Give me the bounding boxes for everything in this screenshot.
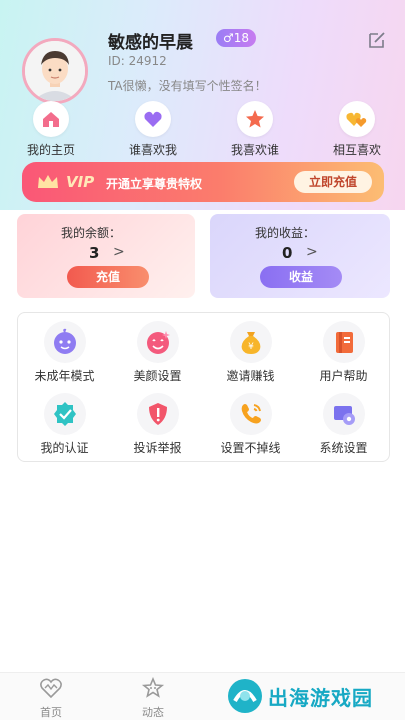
- gender-age-badge: ♂18: [216, 29, 257, 47]
- beauty-face-icon: [136, 321, 179, 363]
- vip-banner[interactable]: VIP 开通立享尊贵特权 立即充值: [22, 162, 384, 202]
- money-bag-icon: ¥: [229, 321, 272, 363]
- income-title: 我的收益：: [254, 226, 315, 240]
- vip-promo-text: 开通立享尊贵特权: [106, 177, 203, 191]
- avatar[interactable]: [22, 38, 88, 104]
- feature-report[interactable]: 投诉举报: [111, 393, 204, 456]
- watermark-logo: 出海游戏园: [226, 676, 396, 716]
- chevron-right-icon: >: [113, 244, 125, 260]
- child-face-icon: [43, 321, 86, 363]
- recharge-now-button[interactable]: 立即充值: [294, 171, 372, 193]
- user-id: ID: 24912: [108, 54, 167, 68]
- quick-action-label: 我的主页: [26, 143, 75, 157]
- quick-action-who-i-like[interactable]: 我喜欢谁: [215, 101, 295, 158]
- heart-icon: [135, 101, 171, 137]
- balance-value: 3: [89, 244, 100, 262]
- watermark-emblem-icon: [228, 679, 262, 713]
- crown-icon: [36, 173, 60, 195]
- feature-label: 系统设置: [319, 441, 368, 455]
- verified-badge-icon: [43, 393, 86, 435]
- feature-system-settings[interactable]: 系统设置: [297, 393, 390, 456]
- feature-label: 我的认证: [40, 441, 89, 455]
- quick-action-who-likes-me[interactable]: 谁喜欢我: [113, 101, 193, 158]
- quick-action-mutual-like[interactable]: 相互喜欢: [317, 101, 397, 158]
- nickname: 敏感的早晨: [108, 33, 193, 53]
- vip-label: VIP: [66, 173, 95, 191]
- avatar-portrait-icon: [25, 41, 85, 101]
- mutual-like-icon: [339, 101, 375, 137]
- signature: TA很懒，没有填写个性签名！: [108, 79, 267, 93]
- tab-moments-label: 动态: [142, 706, 164, 719]
- balance-card[interactable]: 我的余额： 3 > 充值: [17, 214, 195, 298]
- tab-home-label: 首页: [40, 706, 62, 719]
- phone-call-icon: [229, 393, 272, 435]
- home-icon: [33, 101, 69, 137]
- quick-action-label: 谁喜欢我: [128, 143, 177, 157]
- feature-minor-mode[interactable]: 未成年模式: [18, 321, 111, 384]
- edit-profile-icon[interactable]: [367, 30, 387, 50]
- system-settings-icon: [322, 393, 365, 435]
- feature-label: 未成年模式: [34, 369, 95, 383]
- star-icon: [237, 101, 273, 137]
- feature-my-verification[interactable]: 我的认证: [18, 393, 111, 456]
- feature-label: 美颜设置: [133, 369, 182, 383]
- feature-beauty-settings[interactable]: 美颜设置: [111, 321, 204, 384]
- feature-label: 设置不掉线: [220, 441, 281, 455]
- quick-action-my-homepage[interactable]: 我的主页: [11, 101, 91, 158]
- feature-user-help[interactable]: 用户帮助: [297, 321, 390, 384]
- income-card[interactable]: 我的收益： 0 > 收益: [210, 214, 390, 298]
- tab-moments[interactable]: 动态: [123, 676, 183, 720]
- feature-grid: 未成年模式 美颜设置 ¥ 邀请赚钱 用户帮助 我的认证 投诉举报 设置不掉线 系…: [17, 312, 390, 462]
- moments-star-icon: [141, 676, 165, 698]
- help-book-icon: [322, 321, 365, 363]
- tab-home[interactable]: 首页: [21, 677, 81, 720]
- feature-label: 邀请赚钱: [226, 369, 275, 383]
- income-value: 0: [282, 244, 293, 262]
- feature-stay-online[interactable]: 设置不掉线: [204, 393, 297, 456]
- quick-action-label: 我喜欢谁: [230, 143, 279, 157]
- chevron-right-icon: >: [306, 244, 318, 260]
- recharge-button[interactable]: 充值: [67, 266, 149, 288]
- feature-invite-earn[interactable]: ¥ 邀请赚钱: [204, 321, 297, 384]
- watermark-text: 出海游戏园: [268, 686, 373, 710]
- svg-text:¥: ¥: [248, 342, 254, 352]
- report-shield-icon: [136, 393, 179, 435]
- feature-label: 投诉举报: [133, 441, 182, 455]
- balance-title: 我的余额：: [60, 226, 121, 240]
- income-button[interactable]: 收益: [260, 266, 342, 288]
- feature-label: 用户帮助: [319, 369, 368, 383]
- quick-action-label: 相互喜欢: [332, 143, 381, 157]
- home-wave-icon: [40, 678, 62, 699]
